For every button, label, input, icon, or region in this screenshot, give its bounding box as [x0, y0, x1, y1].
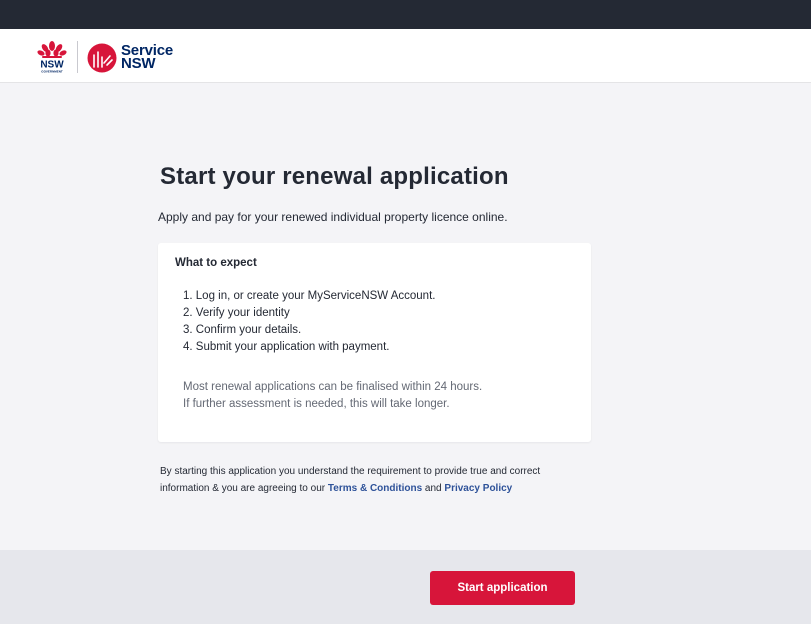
- service-nsw-mark-icon[interactable]: [87, 43, 117, 73]
- main-content: Start your renewal application Apply and…: [0, 84, 811, 550]
- top-bar: [0, 0, 811, 29]
- steps-list: 1. Log in, or create your MyServiceNSW A…: [183, 288, 435, 356]
- privacy-policy-link[interactable]: Privacy Policy: [444, 483, 512, 494]
- processing-time-note: Most renewal applications can be finalis…: [183, 379, 482, 413]
- note-line: If further assessment is needed, this wi…: [183, 398, 450, 410]
- list-item: 3. Confirm your details.: [183, 324, 302, 336]
- what-to-expect-card: What to expect 1. Log in, or create your…: [158, 243, 591, 442]
- svg-text:GOVERNMENT: GOVERNMENT: [41, 70, 63, 74]
- list-item: 2. Verify your identity: [183, 307, 290, 319]
- start-application-button[interactable]: Start application: [430, 571, 575, 605]
- service-nsw-wordmark: Service NSW: [121, 43, 173, 71]
- nsw-government-logo[interactable]: NSW GOVERNMENT: [36, 40, 68, 74]
- action-footer: Start application: [0, 550, 811, 624]
- note-line: Most renewal applications can be finalis…: [183, 381, 483, 393]
- terms-and-conditions-link[interactable]: Terms & Conditions: [328, 483, 422, 494]
- terms-middle: and: [422, 482, 445, 494]
- intro-text: Apply and pay for your renewed individua…: [158, 210, 508, 224]
- list-item: 1. Log in, or create your MyServiceNSW A…: [183, 290, 436, 302]
- card-title: What to expect: [175, 257, 257, 269]
- page-title: Start your renewal application: [160, 163, 509, 190]
- site-header: NSW GOVERNMENT Service NSW: [0, 29, 811, 83]
- list-item: 4. Submit your application with payment.: [183, 341, 390, 353]
- logo-divider: [77, 41, 78, 73]
- terms-text: By starting this application you underst…: [160, 464, 560, 497]
